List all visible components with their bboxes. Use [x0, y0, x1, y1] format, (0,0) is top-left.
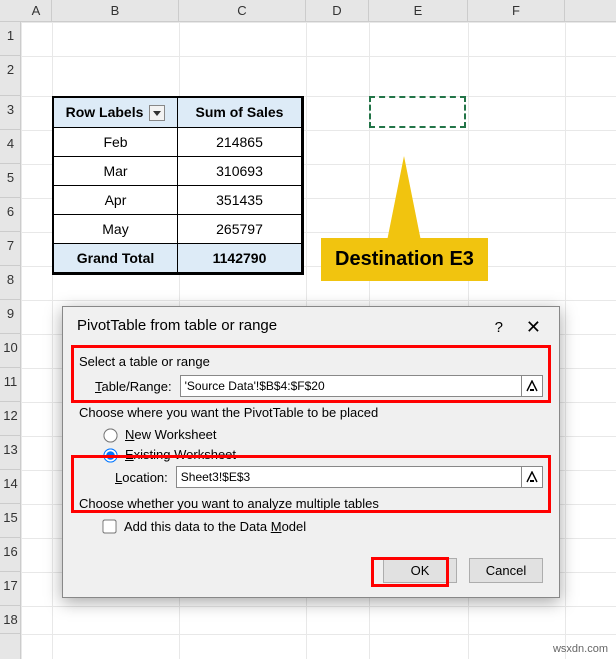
- checkbox-data-model[interactable]: [102, 519, 116, 533]
- table-cell[interactable]: Sum of Sales: [178, 98, 302, 128]
- column-header-c[interactable]: C: [179, 0, 306, 22]
- row-header-7[interactable]: 7: [0, 232, 21, 266]
- column-header-e[interactable]: E: [369, 0, 468, 22]
- table-cell[interactable]: Grand Total: [54, 244, 178, 273]
- row-labels-filter-button[interactable]: [149, 105, 165, 121]
- column-header-a[interactable]: A: [21, 0, 52, 22]
- location-input[interactable]: [176, 466, 522, 488]
- row-header-15[interactable]: 15: [0, 504, 21, 538]
- existing-worksheet-label: Existing Worksheet: [125, 447, 236, 462]
- row-header-10[interactable]: 10: [0, 334, 21, 368]
- column-header-d[interactable]: D: [306, 0, 369, 22]
- table-cell[interactable]: May: [54, 215, 178, 244]
- select-range-label: Select a table or range: [79, 354, 543, 369]
- location-label: Location:: [115, 470, 168, 485]
- table-cell[interactable]: Apr: [54, 186, 178, 215]
- radio-new-worksheet[interactable]: [103, 428, 117, 442]
- table-range-label: Table/Range:: [95, 379, 172, 394]
- row-header-12[interactable]: 12: [0, 402, 21, 436]
- collapse-range-button[interactable]: [521, 375, 543, 397]
- table-cell[interactable]: 1142790: [178, 244, 302, 273]
- dialog-title: PivotTable from table or range: [63, 307, 559, 338]
- table-range-input[interactable]: [180, 375, 522, 397]
- dialog-help-button[interactable]: ?: [487, 315, 511, 340]
- row-header-8[interactable]: 8: [0, 266, 21, 300]
- callout-arrow: [386, 156, 422, 246]
- table-cell[interactable]: 310693: [178, 157, 302, 186]
- column-header-b[interactable]: B: [52, 0, 179, 22]
- row-header-4[interactable]: 4: [0, 130, 21, 164]
- cancel-button[interactable]: Cancel: [469, 558, 543, 583]
- collapse-location-button[interactable]: [521, 466, 543, 488]
- multi-tables-label: Choose whether you want to analyze multi…: [79, 496, 543, 511]
- table-cell[interactable]: 351435: [178, 186, 302, 215]
- watermark: wsxdn.com: [553, 643, 608, 655]
- table-cell[interactable]: Mar: [54, 157, 178, 186]
- column-header-f[interactable]: F: [468, 0, 565, 22]
- column-header-row: ABCDEF: [0, 0, 616, 22]
- radio-existing-worksheet[interactable]: [103, 448, 117, 462]
- row-header-2[interactable]: 2: [0, 56, 21, 96]
- pivottable-dialog: PivotTable from table or range ? ✕ Selec…: [62, 306, 560, 598]
- table-cell[interactable]: Feb: [54, 128, 178, 157]
- callout-destination: Destination E3: [321, 238, 488, 281]
- dialog-close-button[interactable]: ✕: [518, 313, 549, 342]
- row-header-9[interactable]: 9: [0, 300, 21, 334]
- row-header-16[interactable]: 16: [0, 538, 21, 572]
- row-header-18[interactable]: 18: [0, 606, 21, 634]
- destination-cell-e3[interactable]: [369, 96, 466, 128]
- table-cell[interactable]: Row Labels: [54, 98, 178, 128]
- new-worksheet-label: New Worksheet: [125, 427, 217, 442]
- pivot-table[interactable]: Row LabelsSum of SalesFeb214865Mar310693…: [52, 96, 304, 275]
- row-header-5[interactable]: 5: [0, 164, 21, 198]
- row-header-3[interactable]: 3: [0, 96, 21, 130]
- row-header-1[interactable]: 1: [0, 22, 21, 56]
- row-header-17[interactable]: 17: [0, 572, 21, 606]
- row-header-14[interactable]: 14: [0, 470, 21, 504]
- row-header-13[interactable]: 13: [0, 436, 21, 470]
- row-header-11[interactable]: 11: [0, 368, 21, 402]
- ok-button[interactable]: OK: [383, 558, 457, 583]
- table-cell[interactable]: 265797: [178, 215, 302, 244]
- table-cell[interactable]: 214865: [178, 128, 302, 157]
- row-header-6[interactable]: 6: [0, 198, 21, 232]
- data-model-label: Add this data to the Data Model: [124, 519, 306, 534]
- spreadsheet-grid: ABCDEF 123456789101112131415161718 Row L…: [0, 0, 616, 659]
- placement-label: Choose where you want the PivotTable to …: [79, 405, 543, 420]
- row-header-col: 123456789101112131415161718: [0, 22, 21, 659]
